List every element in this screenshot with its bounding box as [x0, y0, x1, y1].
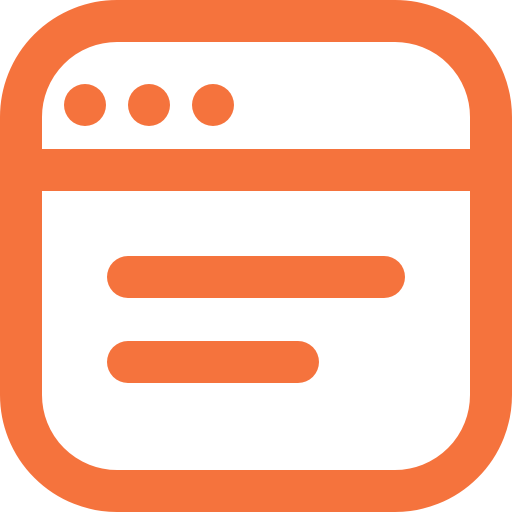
icon-canvas — [0, 0, 512, 512]
window-control-dot — [128, 84, 170, 126]
window-control-dot — [192, 84, 234, 126]
browser-window-icon — [0, 0, 512, 512]
window-control-dot — [64, 84, 106, 126]
